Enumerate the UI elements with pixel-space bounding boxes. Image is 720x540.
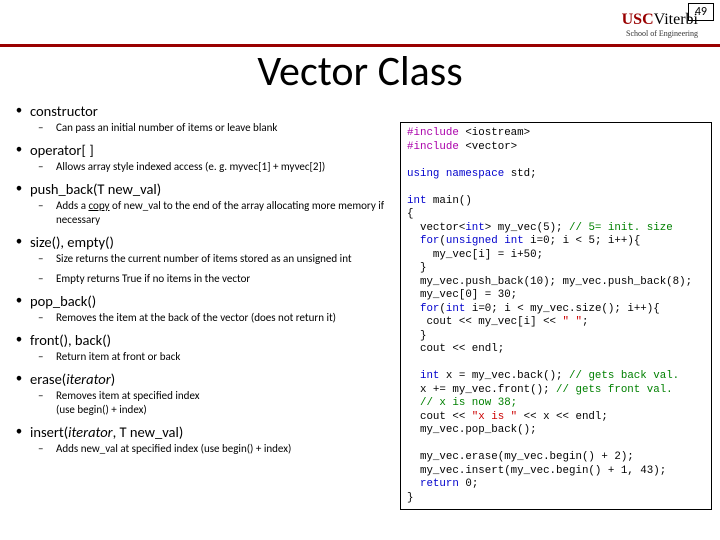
bullet-icon: • bbox=[8, 292, 30, 310]
dash-icon: – bbox=[38, 311, 56, 325]
bullet-icon: • bbox=[8, 233, 30, 251]
dash-icon: – bbox=[38, 121, 56, 135]
sub-text: Can pass an initial number of items or l… bbox=[56, 121, 398, 135]
dash-icon: – bbox=[38, 389, 56, 403]
dash-icon: – bbox=[38, 199, 56, 213]
bullet-icon: • bbox=[8, 141, 30, 159]
method-name: size(), empty() bbox=[30, 233, 114, 251]
method-name: erase(iterator) bbox=[30, 370, 115, 388]
bullet-icon: • bbox=[8, 180, 30, 198]
dash-icon: – bbox=[38, 442, 56, 456]
dash-icon: – bbox=[38, 350, 56, 364]
slide-title: Vector Class bbox=[0, 46, 720, 97]
method-name: front(), back() bbox=[30, 331, 111, 349]
method-name: constructor bbox=[30, 102, 98, 120]
dash-icon: – bbox=[38, 272, 56, 286]
bullet-icon: • bbox=[8, 423, 30, 441]
sub-text: Return item at front or back bbox=[56, 350, 398, 364]
logo-viterbi: Viterbi bbox=[654, 11, 698, 28]
sub-text: Adds a copy of new_val to the end of the… bbox=[56, 199, 398, 227]
code-example: #include <iostream> #include <vector> us… bbox=[400, 122, 712, 510]
bullet-list: •constructor –Can pass an initial number… bbox=[8, 102, 398, 462]
logo-usc: USC bbox=[622, 11, 654, 28]
bullet-icon: • bbox=[8, 331, 30, 349]
bullet-icon: • bbox=[8, 102, 30, 120]
dash-icon: – bbox=[38, 252, 56, 266]
sub-text: Removes the item at the back of the vect… bbox=[56, 311, 398, 325]
sub-text: Empty returns True if no items in the ve… bbox=[56, 272, 398, 286]
dash-icon: – bbox=[38, 160, 56, 174]
sub-text: Size returns the current number of items… bbox=[56, 252, 398, 266]
bullet-icon: • bbox=[8, 370, 30, 388]
logo-sub: School of Engineering bbox=[622, 30, 698, 38]
sub-text: Removes item at specified index(use begi… bbox=[56, 389, 398, 417]
logo: USCViterbi School of Engineering bbox=[622, 12, 698, 38]
method-name: push_back(T new_val) bbox=[30, 180, 161, 198]
method-name: pop_back() bbox=[30, 292, 96, 310]
sub-text: Adds new_val at specified index (use beg… bbox=[56, 442, 398, 456]
sub-text: Allows array style indexed access (e. g.… bbox=[56, 160, 398, 174]
method-name: operator[ ] bbox=[30, 141, 94, 159]
method-name: insert(iterator, T new_val) bbox=[30, 423, 183, 441]
